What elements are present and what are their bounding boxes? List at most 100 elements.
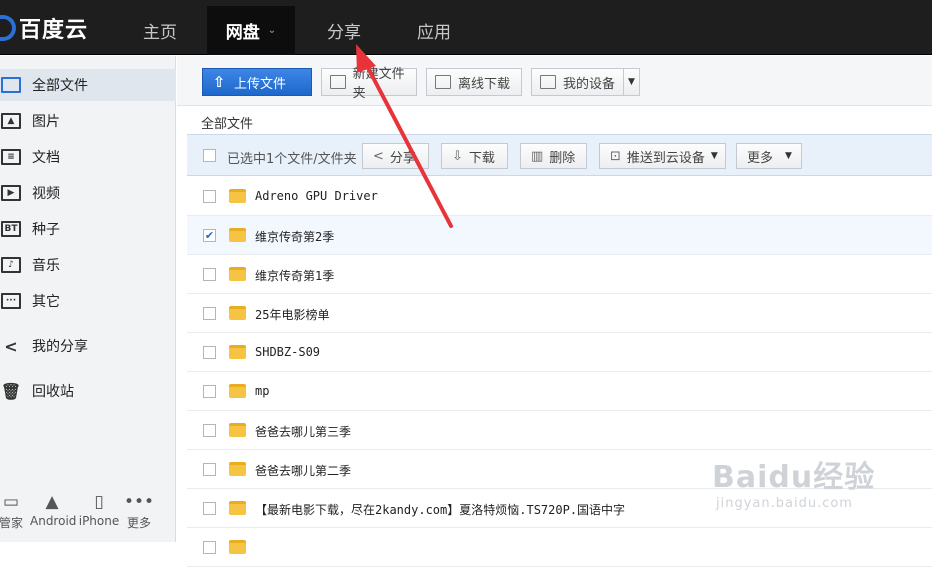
share-label: 分享 — [389, 150, 416, 166]
row-checkbox[interactable] — [203, 346, 216, 359]
file-row[interactable]: 维京传奇第1季 — [187, 255, 932, 294]
file-name[interactable]: mp — [255, 384, 269, 398]
cloud-logo-icon — [0, 15, 16, 41]
file-name[interactable]: 【最新电影下载，尽在2kandy.com】夏洛特烦恼.TS720P.国语中字 — [255, 501, 625, 518]
device-iphone[interactable]: ▯ iPhone — [78, 492, 120, 528]
push-to-device-button[interactable]: ⊡ 推送到云设备 ▼ — [599, 143, 726, 169]
folder-icon — [229, 384, 246, 398]
nav-label: 主页 — [143, 23, 177, 43]
device-label: Android — [30, 514, 77, 528]
download-icon: ⇩ — [452, 148, 463, 164]
sidebar: 全部文件 ▲ 图片 ≡ 文档 ▶ 视频 BT 种子 ♪ 音乐 ··· 其它 < … — [0, 56, 176, 542]
file-name[interactable]: 25年电影榜单 — [255, 306, 329, 323]
row-checkbox[interactable] — [203, 463, 216, 476]
sidebar-item-label: 音乐 — [32, 258, 60, 274]
my-devices-button[interactable]: 我的设备 ▼ — [531, 68, 640, 96]
other-icon: ··· — [1, 293, 21, 309]
delete-button[interactable]: ▥ 删除 — [520, 143, 587, 169]
document-icon: ≡ — [1, 149, 21, 165]
upload-button[interactable]: ⇧ 上传文件 — [202, 68, 312, 96]
row-checkbox[interactable] — [203, 190, 216, 203]
sidebar-item-label: 全部文件 — [32, 78, 88, 94]
file-name[interactable]: 爸爸去哪儿第三季 — [255, 423, 351, 440]
devices-label: 我的设备 — [563, 76, 616, 92]
watermark-sub: jingyan.baidu.com — [716, 496, 853, 511]
bt-icon: BT — [1, 221, 21, 237]
file-row-selected[interactable]: ✔ 维京传奇第2季 — [187, 216, 932, 255]
upload-label: 上传文件 — [234, 76, 287, 92]
sidebar-item-label: 文档 — [32, 150, 60, 166]
selection-count: 已选中1个文件/文件夹 — [227, 152, 357, 167]
select-all-checkbox[interactable] — [203, 149, 216, 162]
download-button[interactable]: ⇩ 下载 — [441, 143, 508, 169]
new-folder-button[interactable]: 新建文件夹 — [321, 67, 417, 101]
sidebar-item-label: 图片 — [32, 114, 60, 130]
nav-label: 网盘 — [225, 23, 260, 43]
more-button[interactable]: 更多 ▼ — [736, 143, 802, 169]
device-icon — [540, 75, 556, 89]
device-android[interactable]: ▲ Android — [30, 492, 77, 528]
sidebar-item-videos[interactable]: ▶ 视频 — [0, 177, 176, 209]
nav-apps[interactable]: 应用 — [393, 6, 475, 55]
row-checkbox[interactable] — [203, 424, 216, 437]
sidebar-item-torrents[interactable]: BT 种子 — [0, 213, 176, 245]
top-navigation-bar: 百度云 主页 网盘 ⌄ 分享 应用 — [0, 0, 932, 55]
video-icon: ▶ — [1, 185, 21, 201]
file-row[interactable]: SHDBZ-S09 — [187, 333, 932, 372]
file-name[interactable]: 维京传奇第2季 — [255, 228, 334, 245]
sidebar-item-other[interactable]: ··· 其它 — [0, 285, 176, 317]
sidebar-item-label: 种子 — [32, 222, 60, 238]
file-name[interactable]: Adreno GPU Driver — [255, 189, 378, 203]
file-name[interactable]: 维京传奇第1季 — [255, 267, 334, 284]
selection-bar: 已选中1个文件/文件夹 < 分享 ⇩ 下载 ▥ 删除 ⊡ 推送到云设备 ▼ 更多… — [187, 134, 932, 176]
music-icon: ♪ — [1, 257, 21, 273]
file-row[interactable]: 25年电影榜单 — [187, 294, 932, 333]
row-checkbox[interactable] — [203, 385, 216, 398]
sidebar-item-recycle-bin[interactable]: 🗑 回收站 — [0, 375, 176, 407]
offline-download-button[interactable]: 离线下载 — [426, 68, 522, 96]
baidu-cloud-logo[interactable]: 百度云 — [0, 10, 88, 46]
folder-icon — [229, 540, 246, 554]
sidebar-item-documents[interactable]: ≡ 文档 — [0, 141, 176, 173]
nav-netdisk[interactable]: 网盘 ⌄ — [207, 6, 295, 55]
row-checkbox[interactable] — [203, 502, 216, 515]
folder-icon — [229, 501, 246, 515]
share-button[interactable]: < 分享 — [362, 143, 429, 169]
folder-icon — [229, 423, 246, 437]
sidebar-item-label: 回收站 — [32, 384, 74, 400]
more-icon: ••• — [124, 492, 155, 512]
caret-down-icon: ▼ — [710, 151, 718, 161]
sidebar-item-label: 其它 — [32, 294, 60, 310]
device-label: 更多 — [126, 516, 151, 530]
device-more[interactable]: ••• 更多 — [124, 492, 154, 531]
sidebar-item-music[interactable]: ♪ 音乐 — [0, 249, 176, 281]
caret-down-icon: ▼ — [785, 151, 792, 161]
file-name[interactable]: SHDBZ-S09 — [255, 345, 320, 359]
device-guanjia[interactable]: ▭ 管家 — [0, 492, 26, 531]
trash-icon: 🗑 — [0, 381, 22, 401]
file-name[interactable]: 爸爸去哪儿第二季 — [255, 462, 351, 479]
chevron-down-icon: ⌄ — [267, 25, 277, 36]
folder-icon — [229, 306, 246, 320]
sidebar-item-all-files[interactable]: 全部文件 — [0, 69, 176, 101]
push-device-icon: ⊡ — [610, 148, 621, 164]
nav-share[interactable]: 分享 — [303, 6, 385, 55]
sidebar-item-label: 我的分享 — [32, 339, 88, 355]
sidebar-item-images[interactable]: ▲ 图片 — [0, 105, 176, 137]
folder-icon — [229, 345, 246, 359]
row-checkbox[interactable] — [203, 268, 216, 281]
device-downloads: ▭ 管家 ▲ Android ▯ iPhone ••• 更多 — [0, 492, 176, 542]
sidebar-item-my-shares[interactable]: < 我的分享 — [0, 330, 176, 362]
row-checkbox[interactable] — [203, 307, 216, 320]
file-row[interactable]: Adreno GPU Driver — [187, 177, 932, 216]
file-row[interactable]: 爸爸去哪儿第三季 — [187, 411, 932, 450]
chevron-down-icon[interactable]: ▼ — [623, 69, 639, 95]
file-row[interactable]: mp — [187, 372, 932, 411]
folder-icon — [229, 462, 246, 476]
row-checkbox-checked[interactable]: ✔ — [203, 229, 216, 242]
nav-home[interactable]: 主页 — [120, 6, 200, 55]
row-checkbox[interactable] — [203, 541, 216, 554]
logo-text: 百度云 — [19, 18, 89, 43]
file-row[interactable] — [187, 528, 932, 567]
breadcrumb[interactable]: 全部文件 — [201, 113, 253, 132]
